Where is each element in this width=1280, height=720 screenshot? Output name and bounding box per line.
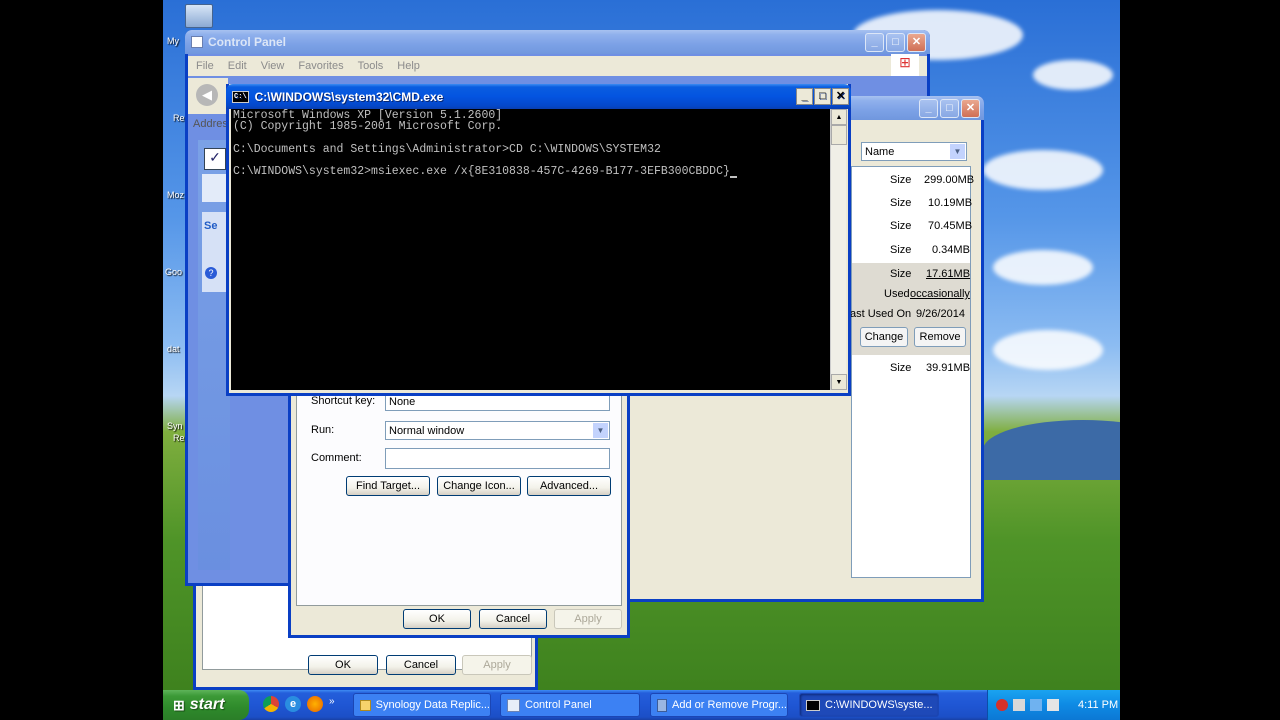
vmware-icon[interactable] (1013, 699, 1025, 711)
maximize-button[interactable]: □ (814, 88, 831, 105)
advanced-button[interactable]: Advanced... (527, 476, 611, 496)
taskbar-button[interactable]: Add or Remove Progr... (650, 693, 788, 717)
shortcut-key-label: Shortcut key: (311, 395, 376, 407)
change-button[interactable]: Change (860, 327, 908, 347)
chrome-icon[interactable] (263, 696, 279, 712)
minimize-button[interactable]: _ (919, 99, 938, 118)
back-ok-button[interactable]: OK (308, 655, 378, 675)
firefox-icon[interactable] (307, 696, 323, 712)
network-icon[interactable] (1030, 699, 1042, 711)
comment-label: Comment: (311, 452, 362, 464)
desktop-icon-label[interactable]: Re (173, 433, 185, 443)
help-icon[interactable]: ? (205, 267, 217, 279)
system-tray: 4:11 PM (987, 690, 1120, 720)
desktop-icon-label[interactable]: Syn (167, 421, 183, 431)
maximize-button[interactable]: □ (886, 33, 905, 52)
minimize-button[interactable]: _ (796, 88, 813, 105)
chevron-down-icon: ▼ (950, 144, 965, 159)
window-title: C:\WINDOWS\system32\CMD.exe (254, 89, 444, 104)
taskbar-button[interactable]: Control Panel (500, 693, 640, 717)
back-arrow-icon[interactable]: ◀ (196, 84, 218, 106)
clock[interactable]: 4:11 PM (1078, 699, 1118, 711)
close-button[interactable]: ✕ (907, 33, 926, 52)
scroll-down-arrow-icon[interactable]: ▼ (831, 374, 847, 390)
chevron-right-icon[interactable]: » (329, 696, 335, 712)
ok-button[interactable]: OK (403, 609, 471, 629)
scrollbar-thumb[interactable] (831, 125, 847, 145)
program-row[interactable]: Size 10.19MB (852, 191, 972, 215)
comment-field[interactable] (385, 448, 610, 469)
toolbar: ◀ (188, 78, 228, 114)
shortcut-properties-dialog: Shortcut key: None Run: Normal window ▼ … (288, 380, 630, 638)
cmd-icon (806, 699, 820, 711)
windows-logo-icon: ⊞ (891, 54, 919, 76)
scroll-up-arrow-icon[interactable]: ▲ (831, 109, 847, 125)
close-button[interactable]: ✕ (832, 88, 849, 105)
desktop-icon-label[interactable]: Moz (167, 190, 184, 200)
control-panel-icon (507, 698, 520, 712)
cancel-button[interactable]: Cancel (479, 609, 547, 629)
start-button[interactable]: ⊞ start (163, 690, 249, 720)
find-target-button[interactable]: Find Target... (346, 476, 430, 496)
task-pane-label: Se (204, 220, 218, 232)
taskbar: ⊞ start e » Synology Data Replic... Cont… (163, 690, 1120, 720)
minimize-button[interactable]: _ (865, 33, 884, 52)
run-select[interactable]: Normal window ▼ (385, 421, 610, 440)
quick-launch: e » (263, 696, 335, 712)
taskbar-button[interactable]: C:\WINDOWS\syste... (799, 693, 939, 717)
start-label: start (189, 696, 225, 713)
chevron-down-icon: ▼ (593, 423, 608, 438)
program-row[interactable]: Size 0.34MB (852, 239, 970, 263)
desktop-icon-label[interactable]: Goo (165, 267, 182, 277)
window-title: Control Panel (208, 35, 287, 49)
change-icon-button[interactable]: Change Icon... (437, 476, 521, 496)
windows-flag-icon: ⊞ (173, 696, 185, 713)
computer-icon[interactable] (185, 4, 213, 28)
menu-edit[interactable]: Edit (228, 60, 247, 72)
volume-icon[interactable] (1047, 699, 1059, 711)
run-label: Run: (311, 424, 335, 436)
console-line: (C) Copyright 1985-2001 Microsoft Corp. (233, 120, 503, 134)
console-prompt: C:\WINDOWS\system32>msiexec.exe /x{8E310… (233, 165, 730, 179)
back-apply-button[interactable]: Apply (462, 655, 532, 675)
ie-icon[interactable]: e (285, 696, 301, 712)
cmd-titlebar[interactable]: C:\ C:\WINDOWS\system32\CMD.exe _ □ ✕ (226, 84, 851, 109)
text-cursor (729, 175, 737, 178)
menu-bar: File Edit View Favorites Tools Help (188, 56, 927, 76)
folder-icon (360, 699, 371, 711)
menu-tools[interactable]: Tools (358, 60, 384, 72)
program-list: Size 299.00MB Size 10.19MB Size 70.45MB … (850, 166, 974, 578)
cmd-icon: C:\ (232, 90, 249, 103)
console-line: C:\Documents and Settings\Administrator>… (233, 142, 661, 156)
menu-help[interactable]: Help (397, 60, 420, 72)
vertical-scrollbar[interactable]: ▲ ▼ (830, 109, 847, 390)
desktop-icon-label[interactable]: dat (167, 344, 180, 354)
remove-button[interactable]: Remove (914, 327, 966, 347)
task-pane-icon: ✓ (204, 148, 226, 170)
control-panel-icon (191, 36, 203, 48)
apply-button[interactable]: Apply (554, 609, 622, 629)
security-alert-icon[interactable] (996, 699, 1008, 711)
cmd-window: C:\ C:\WINDOWS\system32\CMD.exe _ □ ✕ Mi… (226, 84, 851, 396)
taskbar-button[interactable]: Synology Data Replic... (353, 693, 491, 717)
control-panel-titlebar[interactable]: Control Panel _ □ ✕ (185, 30, 930, 54)
menu-file[interactable]: File (196, 60, 214, 72)
program-row[interactable]: Size 299.00MB (852, 167, 974, 191)
maximize-button[interactable]: □ (940, 99, 959, 118)
desktop-icon-label[interactable]: Re (173, 113, 185, 123)
program-row[interactable]: Size 70.45MB (852, 215, 972, 239)
program-row[interactable]: Size 39.91MB (852, 355, 970, 379)
console-output[interactable]: Microsoft Windows XP [Version 5.1.2600](… (231, 109, 830, 390)
selected-program-row[interactable]: Size 17.61MB Used occasionally ast Used … (850, 263, 970, 355)
menu-favorites[interactable]: Favorites (298, 60, 343, 72)
desktop-icon-label[interactable]: My (167, 36, 179, 46)
add-remove-icon (657, 698, 668, 712)
back-cancel-button[interactable]: Cancel (386, 655, 456, 675)
menu-view[interactable]: View (261, 60, 285, 72)
console-line: C:\WINDOWS\system32>msiexec.exe /x{8E310… (233, 165, 828, 179)
sort-by-select[interactable]: Name ▼ (861, 142, 967, 161)
sort-by-value: Name (865, 145, 895, 158)
close-button[interactable]: ✕ (961, 99, 980, 118)
address-label: Addres (193, 118, 228, 130)
